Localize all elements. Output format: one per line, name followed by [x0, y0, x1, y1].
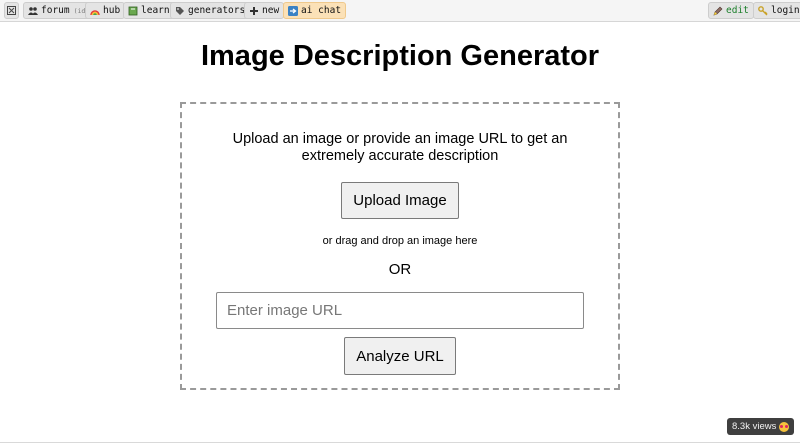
nav-login[interactable]: login — [753, 2, 800, 19]
users-icon — [28, 6, 38, 16]
nav-generators[interactable]: generators — [170, 2, 251, 19]
views-badge[interactable]: 8.3k views — [727, 418, 795, 435]
heart-eyes-icon — [779, 421, 790, 432]
nav-edit-label: edit — [726, 5, 749, 16]
nav-new[interactable]: new — [244, 2, 285, 19]
views-count: 8.3k views — [732, 421, 777, 432]
bottom-divider — [0, 442, 800, 443]
analyze-url-button[interactable]: Analyze URL — [344, 337, 456, 375]
nav-new-label: new — [262, 5, 280, 16]
edit-icon — [713, 6, 723, 16]
upload-image-button[interactable]: Upload Image — [341, 182, 459, 219]
nav-edit[interactable]: edit — [708, 2, 754, 19]
image-url-input[interactable] — [216, 292, 584, 329]
nav-ai-chat-label: ai chat — [301, 5, 342, 16]
nav-generators-label: generators — [188, 5, 246, 16]
upload-instructions: Upload an image or provide an image URL … — [232, 131, 568, 164]
nav-login-label: login — [771, 5, 800, 16]
close-box-icon — [7, 6, 17, 16]
tag-icon — [175, 6, 185, 16]
plus-icon — [249, 6, 259, 16]
nav-hub[interactable]: hub — [85, 2, 126, 19]
key-icon — [758, 5, 768, 16]
book-icon — [128, 6, 138, 16]
top-nav-bar: forum (id) hub learn generators new ai ch… — [0, 0, 800, 22]
nav-ai-chat[interactable]: ai chat — [283, 2, 347, 19]
nav-learn-label: learn — [141, 5, 170, 16]
page-title: Image Description Generator — [200, 40, 600, 72]
nav-menu-toggle[interactable] — [4, 2, 19, 19]
nav-forum-label: forum — [41, 5, 70, 16]
rainbow-icon — [90, 6, 100, 16]
nav-learn[interactable]: learn — [123, 2, 175, 19]
or-divider-text: OR — [388, 261, 412, 278]
arrow-icon — [288, 5, 298, 16]
nav-forum[interactable]: forum (id) — [23, 2, 95, 19]
drag-drop-hint: or drag and drop an image here — [322, 235, 478, 247]
nav-hub-label: hub — [103, 5, 121, 16]
